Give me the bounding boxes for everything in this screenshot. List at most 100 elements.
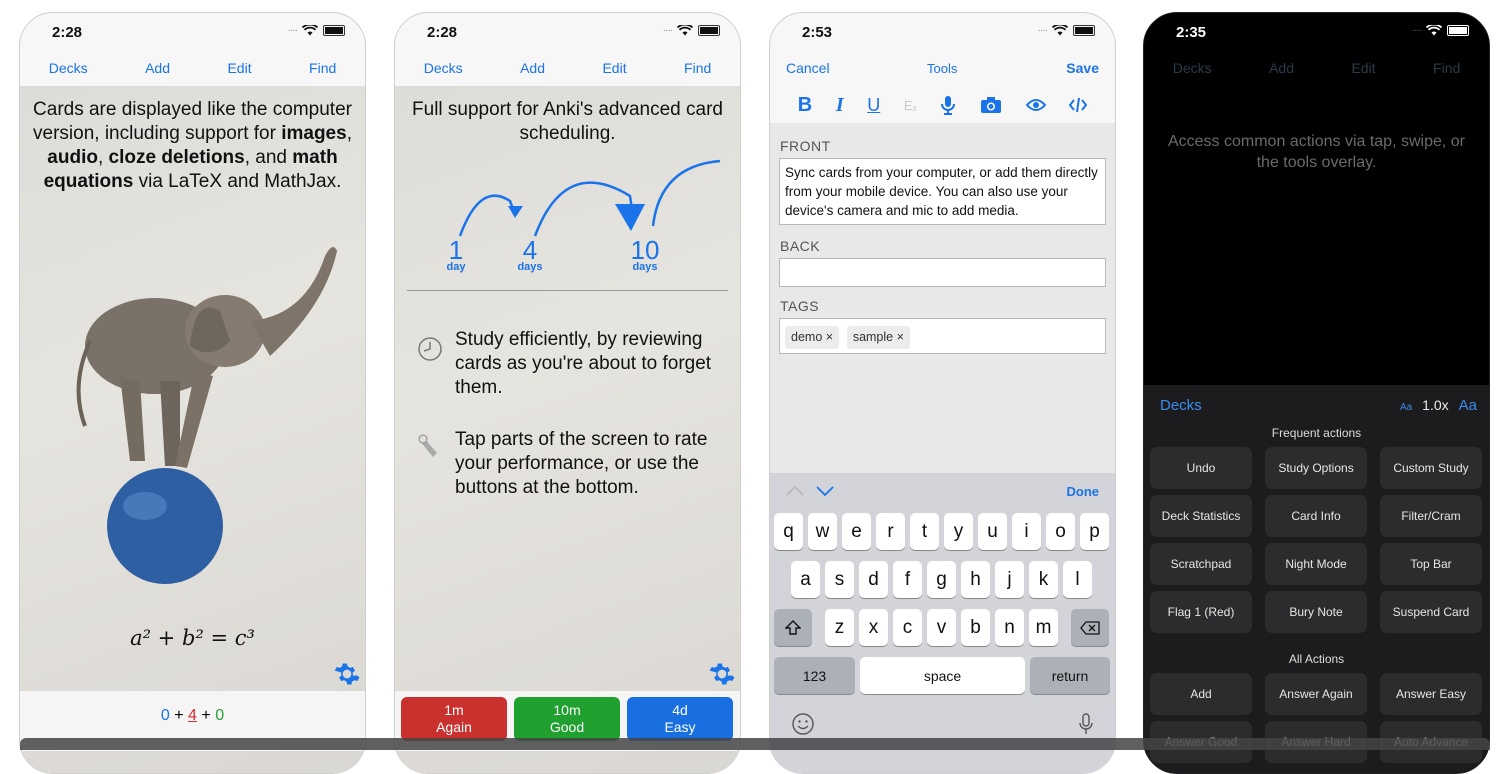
key-z[interactable]: z: [825, 609, 854, 646]
key-d[interactable]: d: [859, 561, 888, 598]
status-time: 2:53: [802, 24, 833, 41]
top-bar-button[interactable]: Top Bar: [1380, 543, 1482, 585]
answer-again-button[interactable]: Answer Again: [1265, 673, 1367, 715]
settings-gear-icon[interactable]: [709, 661, 735, 687]
key-m[interactable]: m: [1029, 609, 1058, 646]
card-area[interactable]: Cards are displayed like the computer ve…: [20, 86, 365, 773]
filter-cram-button[interactable]: Filter/Cram: [1380, 495, 1482, 537]
signal-icon: ····: [1411, 24, 1422, 36]
chevron-up-icon[interactable]: [786, 485, 804, 497]
key-y[interactable]: y: [944, 513, 973, 550]
undo-button[interactable]: Undo: [1150, 447, 1252, 489]
shift-key[interactable]: [774, 609, 812, 646]
good-button[interactable]: 10m Good: [514, 697, 620, 741]
key-c[interactable]: c: [893, 609, 922, 646]
nav-decks[interactable]: Decks: [424, 60, 463, 76]
space-key[interactable]: space: [860, 657, 1025, 694]
emoji-icon[interactable]: [792, 713, 814, 735]
nav-edit[interactable]: Edit: [602, 60, 626, 76]
key-r[interactable]: r: [876, 513, 905, 550]
all-actions-title: All Actions: [1288, 652, 1345, 666]
return-key[interactable]: return: [1030, 657, 1110, 694]
clear-format-button[interactable]: Eₓ: [904, 98, 917, 113]
shift-icon: [785, 619, 801, 635]
key-p[interactable]: p: [1080, 513, 1109, 550]
camera-icon[interactable]: [980, 96, 1002, 114]
microphone-icon[interactable]: [940, 95, 956, 115]
card-info-button[interactable]: Card Info: [1265, 495, 1367, 537]
screenshot-tools-overlay: 2:35 ···· Decks Add Edit Find Access com…: [1143, 12, 1490, 774]
screenshot-card-display: 2:28 ···· Decks Add Edit Find Cards are …: [19, 12, 366, 774]
key-l[interactable]: l: [1063, 561, 1092, 598]
key-f[interactable]: f: [893, 561, 922, 598]
bury-note-button[interactable]: Bury Note: [1265, 591, 1367, 633]
key-j[interactable]: j: [995, 561, 1024, 598]
key-b[interactable]: b: [961, 609, 990, 646]
key-k[interactable]: k: [1029, 561, 1058, 598]
add-action-button[interactable]: Add: [1150, 673, 1252, 715]
key-t[interactable]: t: [910, 513, 939, 550]
backspace-key[interactable]: [1071, 609, 1109, 646]
nav-edit[interactable]: Edit: [1351, 60, 1375, 76]
dictation-mic-icon[interactable]: [1079, 713, 1093, 735]
nav-add[interactable]: Add: [145, 60, 170, 76]
key-h[interactable]: h: [961, 561, 990, 598]
flag-red-button[interactable]: Flag 1 (Red): [1150, 591, 1252, 633]
suspend-card-button[interactable]: Suspend Card: [1380, 591, 1482, 633]
key-e[interactable]: e: [842, 513, 871, 550]
study-options-button[interactable]: Study Options: [1265, 447, 1367, 489]
chevron-down-icon[interactable]: [816, 485, 834, 497]
key-w[interactable]: w: [808, 513, 837, 550]
nav-add[interactable]: Add: [1269, 60, 1294, 76]
numbers-key[interactable]: 123: [774, 657, 855, 694]
back-field[interactable]: [779, 258, 1106, 287]
key-i[interactable]: i: [1012, 513, 1041, 550]
save-button[interactable]: Save: [1066, 60, 1099, 76]
deck-statistics-button[interactable]: Deck Statistics: [1150, 495, 1252, 537]
key-u[interactable]: u: [978, 513, 1007, 550]
interval-1: 1 day: [443, 237, 469, 273]
nav-add[interactable]: Add: [520, 60, 545, 76]
zoom-out-button[interactable]: Aa: [1400, 402, 1412, 413]
nav-find[interactable]: Find: [684, 60, 711, 76]
nav-edit[interactable]: Edit: [227, 60, 251, 76]
bold-button[interactable]: B: [798, 94, 812, 117]
tools-button[interactable]: Tools: [927, 61, 957, 76]
answer-easy-button[interactable]: Answer Easy: [1380, 673, 1482, 715]
overlay-decks-button[interactable]: Decks: [1160, 397, 1202, 414]
key-q[interactable]: q: [774, 513, 803, 550]
front-field[interactable]: Sync cards from your computer, or add th…: [779, 158, 1106, 225]
key-x[interactable]: x: [859, 609, 888, 646]
nav-decks[interactable]: Decks: [1173, 60, 1212, 76]
key-s[interactable]: s: [825, 561, 854, 598]
tag-chip[interactable]: sample ×: [846, 326, 910, 349]
preview-eye-icon[interactable]: [1025, 98, 1046, 112]
key-g[interactable]: g: [927, 561, 956, 598]
night-mode-button[interactable]: Night Mode: [1265, 543, 1367, 585]
key-o[interactable]: o: [1046, 513, 1075, 550]
key-n[interactable]: n: [995, 609, 1024, 646]
tags-field[interactable]: demo × sample ×: [779, 318, 1106, 354]
interval-4-num: 4: [522, 235, 538, 265]
easy-label: Easy: [664, 719, 696, 735]
custom-study-button[interactable]: Custom Study: [1380, 447, 1482, 489]
underline-button[interactable]: U: [867, 95, 880, 116]
key-v[interactable]: v: [927, 609, 956, 646]
cancel-button[interactable]: Cancel: [786, 60, 830, 76]
done-button[interactable]: Done: [1067, 484, 1100, 499]
nav-find[interactable]: Find: [1433, 60, 1460, 76]
key-a[interactable]: a: [791, 561, 820, 598]
zoom-in-button[interactable]: Aa: [1459, 397, 1477, 414]
nav-decks[interactable]: Decks: [49, 60, 88, 76]
italic-button[interactable]: I: [836, 94, 844, 117]
card-area[interactable]: Full support for Anki's advanced card sc…: [395, 86, 740, 773]
tag-chip[interactable]: demo ×: [785, 326, 840, 349]
nav-find[interactable]: Find: [309, 60, 336, 76]
battery-icon: [323, 25, 345, 36]
html-code-icon[interactable]: [1069, 97, 1088, 113]
scratchpad-button[interactable]: Scratchpad: [1150, 543, 1252, 585]
again-button[interactable]: 1m Again: [401, 697, 507, 741]
settings-gear-icon[interactable]: [334, 661, 360, 687]
easy-button[interactable]: 4d Easy: [627, 697, 733, 741]
status-time: 2:28: [52, 24, 83, 41]
